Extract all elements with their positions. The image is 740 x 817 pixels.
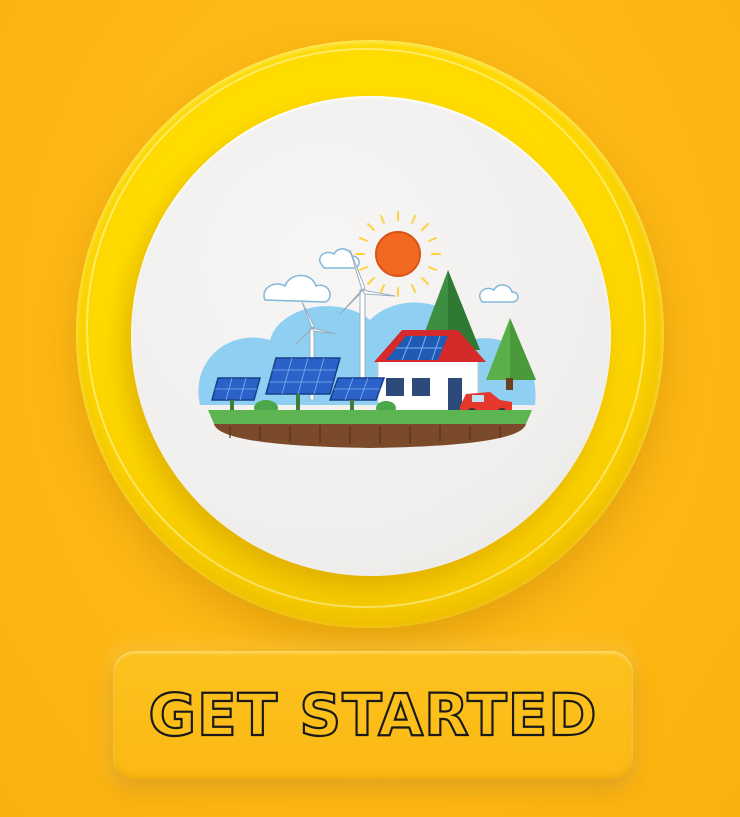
- welcome-screen: GET STARTED: [0, 0, 740, 817]
- get-started-button[interactable]: GET STARTED: [113, 651, 633, 779]
- renewable-energy-icon: [198, 211, 536, 448]
- get-started-label: GET STARTED: [147, 681, 598, 749]
